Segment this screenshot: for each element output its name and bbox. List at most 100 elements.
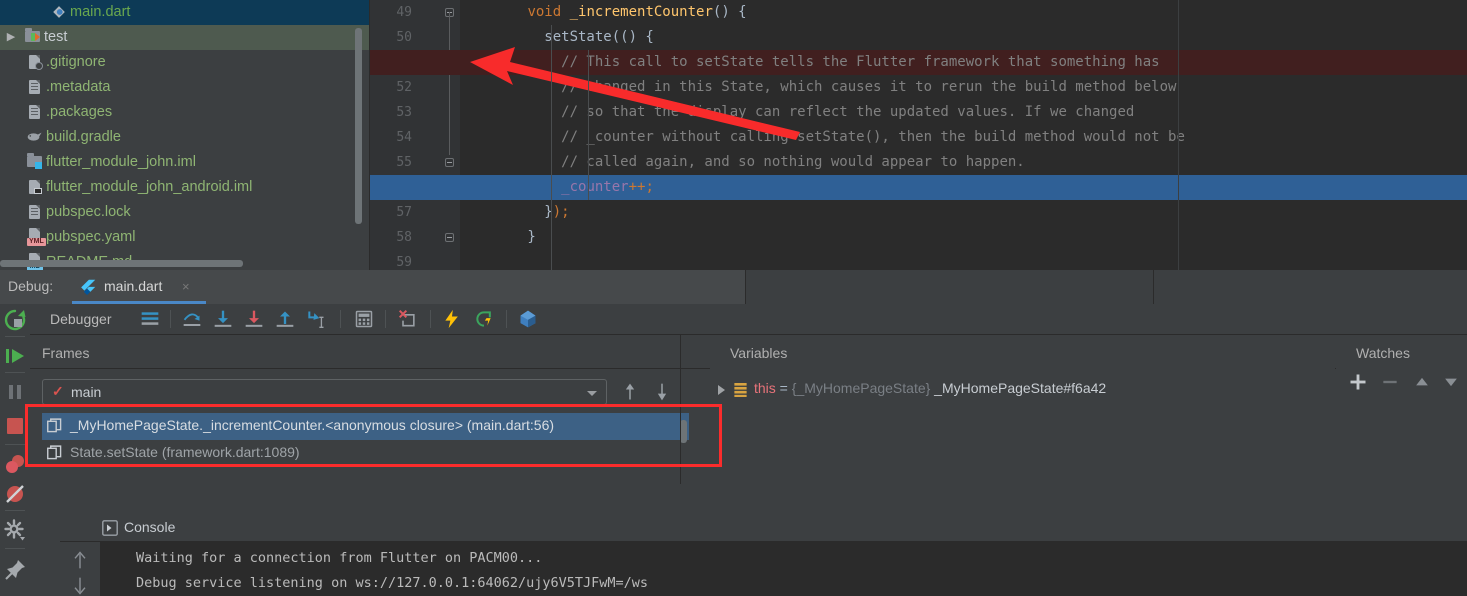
line-number: 53 xyxy=(396,105,412,120)
flutter-icon xyxy=(81,279,96,296)
code-token: () { xyxy=(712,4,747,20)
add-watch-icon[interactable] xyxy=(1348,372,1368,392)
frames-title: Frames xyxy=(42,345,90,361)
code-line[interactable]: setState(() { xyxy=(460,25,654,50)
project-tree-panel[interactable]: main.dart ▶ test .gitignore .metadata .packag… xyxy=(0,0,370,270)
debug-tab-label[interactable]: main.dart xyxy=(104,278,162,294)
thread-selector-value: main xyxy=(71,384,102,400)
force-step-into-icon[interactable] xyxy=(244,309,264,329)
code-line[interactable]: // This call to setState tells the Flutt… xyxy=(460,50,1160,75)
stop-icon[interactable] xyxy=(3,414,27,438)
next-frame-icon[interactable] xyxy=(652,382,672,402)
variable-name: this xyxy=(754,380,776,396)
hot-reload-icon[interactable] xyxy=(442,309,462,329)
code-token: // so that the display can reflect the u… xyxy=(460,104,1135,120)
tree-item-label: test xyxy=(44,29,68,45)
close-icon[interactable]: × xyxy=(182,279,190,294)
module-android-file-icon xyxy=(24,175,46,200)
resume-program-icon[interactable] xyxy=(3,344,27,368)
pause-program-icon[interactable] xyxy=(3,380,27,404)
step-into-icon[interactable] xyxy=(213,309,233,329)
tree-item--metadata[interactable]: .metadata xyxy=(0,75,370,100)
console-icon xyxy=(102,520,118,536)
run-to-cursor-icon[interactable] xyxy=(306,309,326,329)
line-number: 58 xyxy=(396,230,412,245)
watches-panel[interactable]: Watches xyxy=(1336,335,1467,484)
text-file-icon xyxy=(24,100,46,125)
remove-watch-icon[interactable] xyxy=(1380,372,1400,392)
red-annotation-box xyxy=(25,404,722,467)
move-down-icon[interactable] xyxy=(1441,372,1461,392)
code-token: // called again, and so nothing would ap… xyxy=(460,154,1025,170)
console-output[interactable]: Waiting for a connection from Flutter on… xyxy=(101,542,1467,596)
tree-item-pubspec-lock[interactable]: pubspec.lock xyxy=(0,200,370,225)
variables-panel[interactable]: Variables this = {_MyHomePageState} _MyH… xyxy=(710,335,1335,484)
tree-expand-arrow[interactable]: ▶ xyxy=(0,25,22,50)
code-line[interactable]: // _counter without calling setState(), … xyxy=(460,125,1185,150)
move-up-icon[interactable] xyxy=(1412,372,1432,392)
tree-item-build-gradle[interactable]: build.gradle xyxy=(0,125,370,150)
rerun-icon[interactable] xyxy=(3,308,27,332)
scroll-down-icon[interactable] xyxy=(70,576,90,596)
tree-item-label: pubspec.lock xyxy=(46,204,131,220)
code-token: } xyxy=(460,229,536,245)
variables-title: Variables xyxy=(730,345,788,361)
console-tab-label[interactable]: Console xyxy=(124,519,175,535)
code-line[interactable]: _counter++; xyxy=(460,175,654,200)
code-token: // This call to setState tells the Flutt… xyxy=(460,54,1160,70)
code-line[interactable]: // so that the display can reflect the u… xyxy=(460,100,1134,125)
project-tree-horizontal-scrollbar[interactable] xyxy=(0,260,243,267)
chevron-down-icon[interactable] xyxy=(587,391,597,396)
thread-selector-combo[interactable]: ✓ main xyxy=(42,379,607,405)
drop-frame-icon[interactable] xyxy=(398,309,418,329)
tree-item-test[interactable]: ▶ test xyxy=(0,25,370,50)
console-line: Waiting for a connection from Flutter on… xyxy=(136,550,543,566)
tree-item--packages[interactable]: .packages xyxy=(0,100,370,125)
settings-icon[interactable] xyxy=(3,518,27,542)
text-file-icon xyxy=(24,200,46,225)
text-file-icon xyxy=(24,75,46,100)
project-tree-vertical-scrollbar[interactable] xyxy=(355,28,362,224)
scroll-up-icon[interactable] xyxy=(70,550,90,570)
hot-restart-icon[interactable] xyxy=(474,309,494,329)
code-token: _counter xyxy=(561,179,629,195)
chevron-right-icon[interactable] xyxy=(718,385,725,395)
console-gutter xyxy=(60,542,100,596)
tree-item-flutter-module-john-android-iml[interactable]: flutter_module_john_android.iml xyxy=(0,175,370,200)
indent-guide xyxy=(551,25,552,270)
code-line[interactable]: void _incrementCounter() { xyxy=(460,0,747,25)
tree-item-main-dart[interactable]: main.dart xyxy=(0,0,370,25)
code-line[interactable]: } xyxy=(460,225,536,250)
editor-gutter[interactable]: 4950515253545556575859 xyxy=(370,0,460,270)
yaml-file-icon: YML xyxy=(24,225,46,250)
code-token: } xyxy=(460,204,553,220)
tree-item-pubspec-yaml[interactable]: YML pubspec.yaml xyxy=(0,225,370,250)
code-line[interactable]: // called again, and so nothing would ap… xyxy=(460,150,1025,175)
folder-icon xyxy=(22,25,44,50)
tree-item-flutter-module-john-iml[interactable]: flutter_module_john.iml xyxy=(0,150,370,175)
tree-item--gitignore[interactable]: .gitignore xyxy=(0,50,370,75)
evaluate-expression-icon[interactable] xyxy=(354,309,374,329)
pin-tab-icon[interactable] xyxy=(3,558,27,582)
code-line[interactable]: // changed in this State, which causes i… xyxy=(460,75,1176,100)
show-execution-point-icon[interactable] xyxy=(140,309,160,329)
variable-text: this = {_MyHomePageState} _MyHomePageSta… xyxy=(754,380,1106,396)
variable-type: {_MyHomePageState} xyxy=(791,380,931,396)
code-fold-icon[interactable] xyxy=(445,158,454,167)
code-editor[interactable]: 4950515253545556575859 void _incrementCo… xyxy=(370,0,1467,270)
code-fold-icon[interactable] xyxy=(445,233,454,242)
dart-file-icon xyxy=(48,0,70,25)
view-breakpoints-icon[interactable] xyxy=(3,452,27,476)
step-out-icon[interactable] xyxy=(275,309,295,329)
code-token: void xyxy=(527,4,570,20)
debugger-toolbar: Debugger xyxy=(30,304,1467,335)
mute-breakpoints-icon[interactable] xyxy=(3,482,27,506)
gradle-file-icon xyxy=(24,125,46,150)
gitignore-file-icon xyxy=(24,50,46,75)
step-over-icon[interactable] xyxy=(182,309,202,329)
previous-frame-icon[interactable] xyxy=(620,382,640,402)
debug-header: Debug: main.dart × xyxy=(0,270,1467,304)
code-line[interactable]: }); xyxy=(460,200,569,225)
open-devtools-icon[interactable] xyxy=(518,309,538,329)
object-value-icon xyxy=(734,383,747,397)
